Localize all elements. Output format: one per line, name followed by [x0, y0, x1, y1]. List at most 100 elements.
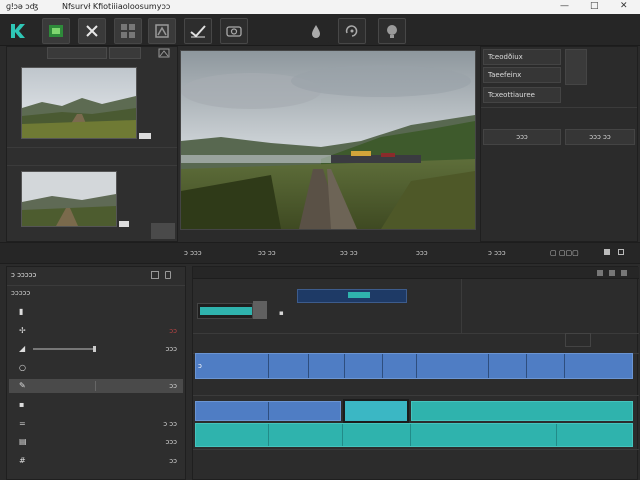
- layers-icon[interactable]: [148, 18, 176, 44]
- inspector-row[interactable]: ▪: [9, 398, 183, 412]
- clip-dark[interactable]: [297, 289, 407, 303]
- inspector-expand-icon[interactable]: [151, 271, 159, 279]
- media-thumbnail-2[interactable]: [21, 171, 117, 227]
- grid-divider: [7, 165, 177, 166]
- media-tab-2[interactable]: [109, 47, 141, 59]
- square-icon: ▪: [19, 400, 25, 409]
- slider-thumb[interactable]: [93, 346, 97, 353]
- track-marker-box[interactable]: [565, 333, 591, 347]
- grid-icon[interactable]: [114, 18, 142, 44]
- inspector-row-value: ɔɔ: [169, 456, 177, 465]
- inspector-row-value: ɔɔɔ: [165, 438, 177, 447]
- thumb-badge: [119, 221, 129, 227]
- slider-track[interactable]: [33, 348, 95, 351]
- audio-clip-selected[interactable]: [343, 399, 409, 423]
- clip-marker: ▪: [279, 309, 284, 317]
- media-panel: [6, 46, 178, 242]
- audio-track-long[interactable]: [195, 423, 633, 447]
- inspector-row-value: ɔɔɔ: [165, 345, 177, 354]
- clip-dark-highlight: [348, 292, 370, 298]
- inspector-row[interactable]: ◢ ɔɔɔ: [9, 342, 183, 356]
- reset-button[interactable]: ɔɔɔ ɔɔ: [565, 129, 635, 145]
- star-icon: ✢: [19, 325, 26, 335]
- transport-label-3[interactable]: ɔɔ ɔɔ: [340, 249, 358, 257]
- row-separator: [95, 381, 96, 392]
- doc-icon: ▤: [19, 437, 27, 447]
- inspector-row[interactable]: ▮: [9, 305, 183, 319]
- toolbar: [0, 14, 640, 46]
- inspector-divider: [7, 285, 185, 286]
- inspector-header: ɔ ɔɔɔɔɔ: [9, 269, 185, 283]
- timeline-ruler[interactable]: [193, 267, 639, 279]
- inspector-title: ɔ ɔɔɔɔɔ: [11, 271, 37, 279]
- scroll-handle[interactable]: [151, 223, 175, 239]
- film-icon[interactable]: [42, 18, 70, 44]
- inspector-row[interactable]: = ɔ ɔɔ: [9, 417, 183, 431]
- inspector-row-value: ɔɔ: [169, 326, 177, 335]
- window-title: Nfsurvł Kfiotiiiaoloosumyɔɔ: [62, 2, 171, 11]
- ruler-icon[interactable]: [597, 270, 603, 276]
- ruler-icon[interactable]: [621, 270, 627, 276]
- title-bar: ɡǃɔə ɔʤ Nfsurvł Kfiotiiiaoloosumyɔɔ — □ …: [0, 0, 640, 14]
- properties-panel: Tceodðiux Taeefeinx Tcxeottiauree ɔɔɔ ɔɔ…: [480, 46, 638, 242]
- pencil-icon: ✎: [19, 381, 26, 391]
- media-tab-1[interactable]: [47, 47, 107, 59]
- inspector-row[interactable]: ✎ ɔɔ: [9, 379, 183, 394]
- close-button[interactable]: ✕: [620, 1, 628, 11]
- video-track-clip[interactable]: ɔ: [195, 353, 633, 379]
- drop-icon[interactable]: [302, 18, 330, 44]
- transport-label-4[interactable]: ɔɔɔ: [416, 249, 428, 257]
- fit-icon[interactable]: [604, 249, 610, 255]
- checkmark-icon[interactable]: [184, 18, 212, 44]
- inspector-row-value: ɔɔ: [169, 382, 177, 391]
- clip-small-fill: [200, 307, 252, 315]
- inspector-row[interactable]: ○: [9, 361, 183, 375]
- property-swatch[interactable]: [565, 49, 587, 85]
- close-x-icon[interactable]: [78, 18, 106, 44]
- minimize-button[interactable]: —: [560, 1, 569, 11]
- track-divider: [193, 449, 639, 450]
- grid-divider: [7, 147, 177, 148]
- transport-label-6[interactable]: ▢ ▢▢▢: [550, 249, 579, 257]
- panel-divider: [481, 107, 637, 108]
- rotate-icon[interactable]: [338, 18, 366, 44]
- preview-viewer[interactable]: [180, 50, 476, 230]
- maximize-button[interactable]: □: [590, 1, 599, 11]
- layers-small-icon[interactable]: [157, 47, 173, 59]
- transport-label-1[interactable]: ɔ ɔɔɔ: [184, 249, 202, 257]
- thumb-badge: [139, 133, 151, 139]
- inspector-row[interactable]: # ɔɔ: [9, 454, 183, 468]
- slider-icon: ◢: [19, 344, 26, 354]
- media-thumbnail-1[interactable]: [21, 67, 137, 139]
- k-logo-icon[interactable]: [4, 18, 32, 44]
- clip-small[interactable]: [197, 303, 253, 319]
- inspector-lock-icon[interactable]: [165, 271, 171, 279]
- inspector-panel: ɔ ɔɔɔɔɔ ɔɔɔɔɔ ▮ ✢ ɔɔ ◢ ɔɔɔ ○ ✎ ɔɔ ▪ = ɔ ɔɔ ▤ ɔɔɔ # ɔɔ: [6, 266, 186, 480]
- inspector-row[interactable]: ▤ ɔɔɔ: [9, 435, 183, 449]
- transport-label-2[interactable]: ɔɔ ɔɔ: [258, 249, 276, 257]
- inspector-row-value: ɔ ɔɔ: [163, 419, 177, 428]
- timeline-panel: ▪ ɔ: [192, 266, 639, 480]
- track-divider: [193, 395, 639, 396]
- audio-clip-blue[interactable]: [195, 401, 341, 421]
- circle-icon: ○: [19, 362, 26, 372]
- file-icon: ▮: [19, 307, 24, 316]
- app-name: ɡǃɔə ɔʤ: [6, 2, 39, 11]
- camera-icon[interactable]: [220, 18, 248, 44]
- audio-clip-teal[interactable]: [411, 401, 633, 421]
- fullscreen-icon[interactable]: [618, 249, 624, 255]
- inspector-row[interactable]: ✢ ɔɔ: [9, 324, 183, 338]
- globe-icon[interactable]: [378, 18, 406, 44]
- track-marker-label: ɔ: [198, 362, 202, 370]
- transport-label-5[interactable]: ɔ ɔɔɔ: [488, 249, 506, 257]
- apply-button[interactable]: ɔɔɔ: [483, 129, 561, 145]
- grid-divider: [461, 279, 462, 333]
- ruler-icon[interactable]: [609, 270, 615, 276]
- transport-bar: ɔ ɔɔɔ ɔɔ ɔɔ ɔɔ ɔɔ ɔɔɔ ɔ ɔɔɔ ▢ ▢▢▢: [0, 242, 640, 264]
- inspector-section-title: ɔɔɔɔɔ: [11, 289, 31, 297]
- hash-icon: #: [19, 455, 26, 465]
- property-button-1[interactable]: Tceodðiux: [483, 49, 561, 65]
- property-button-3[interactable]: Tcxeottiauree: [483, 87, 561, 103]
- clip-handle[interactable]: [253, 301, 267, 319]
- property-button-2[interactable]: Taeefeinx: [483, 67, 561, 83]
